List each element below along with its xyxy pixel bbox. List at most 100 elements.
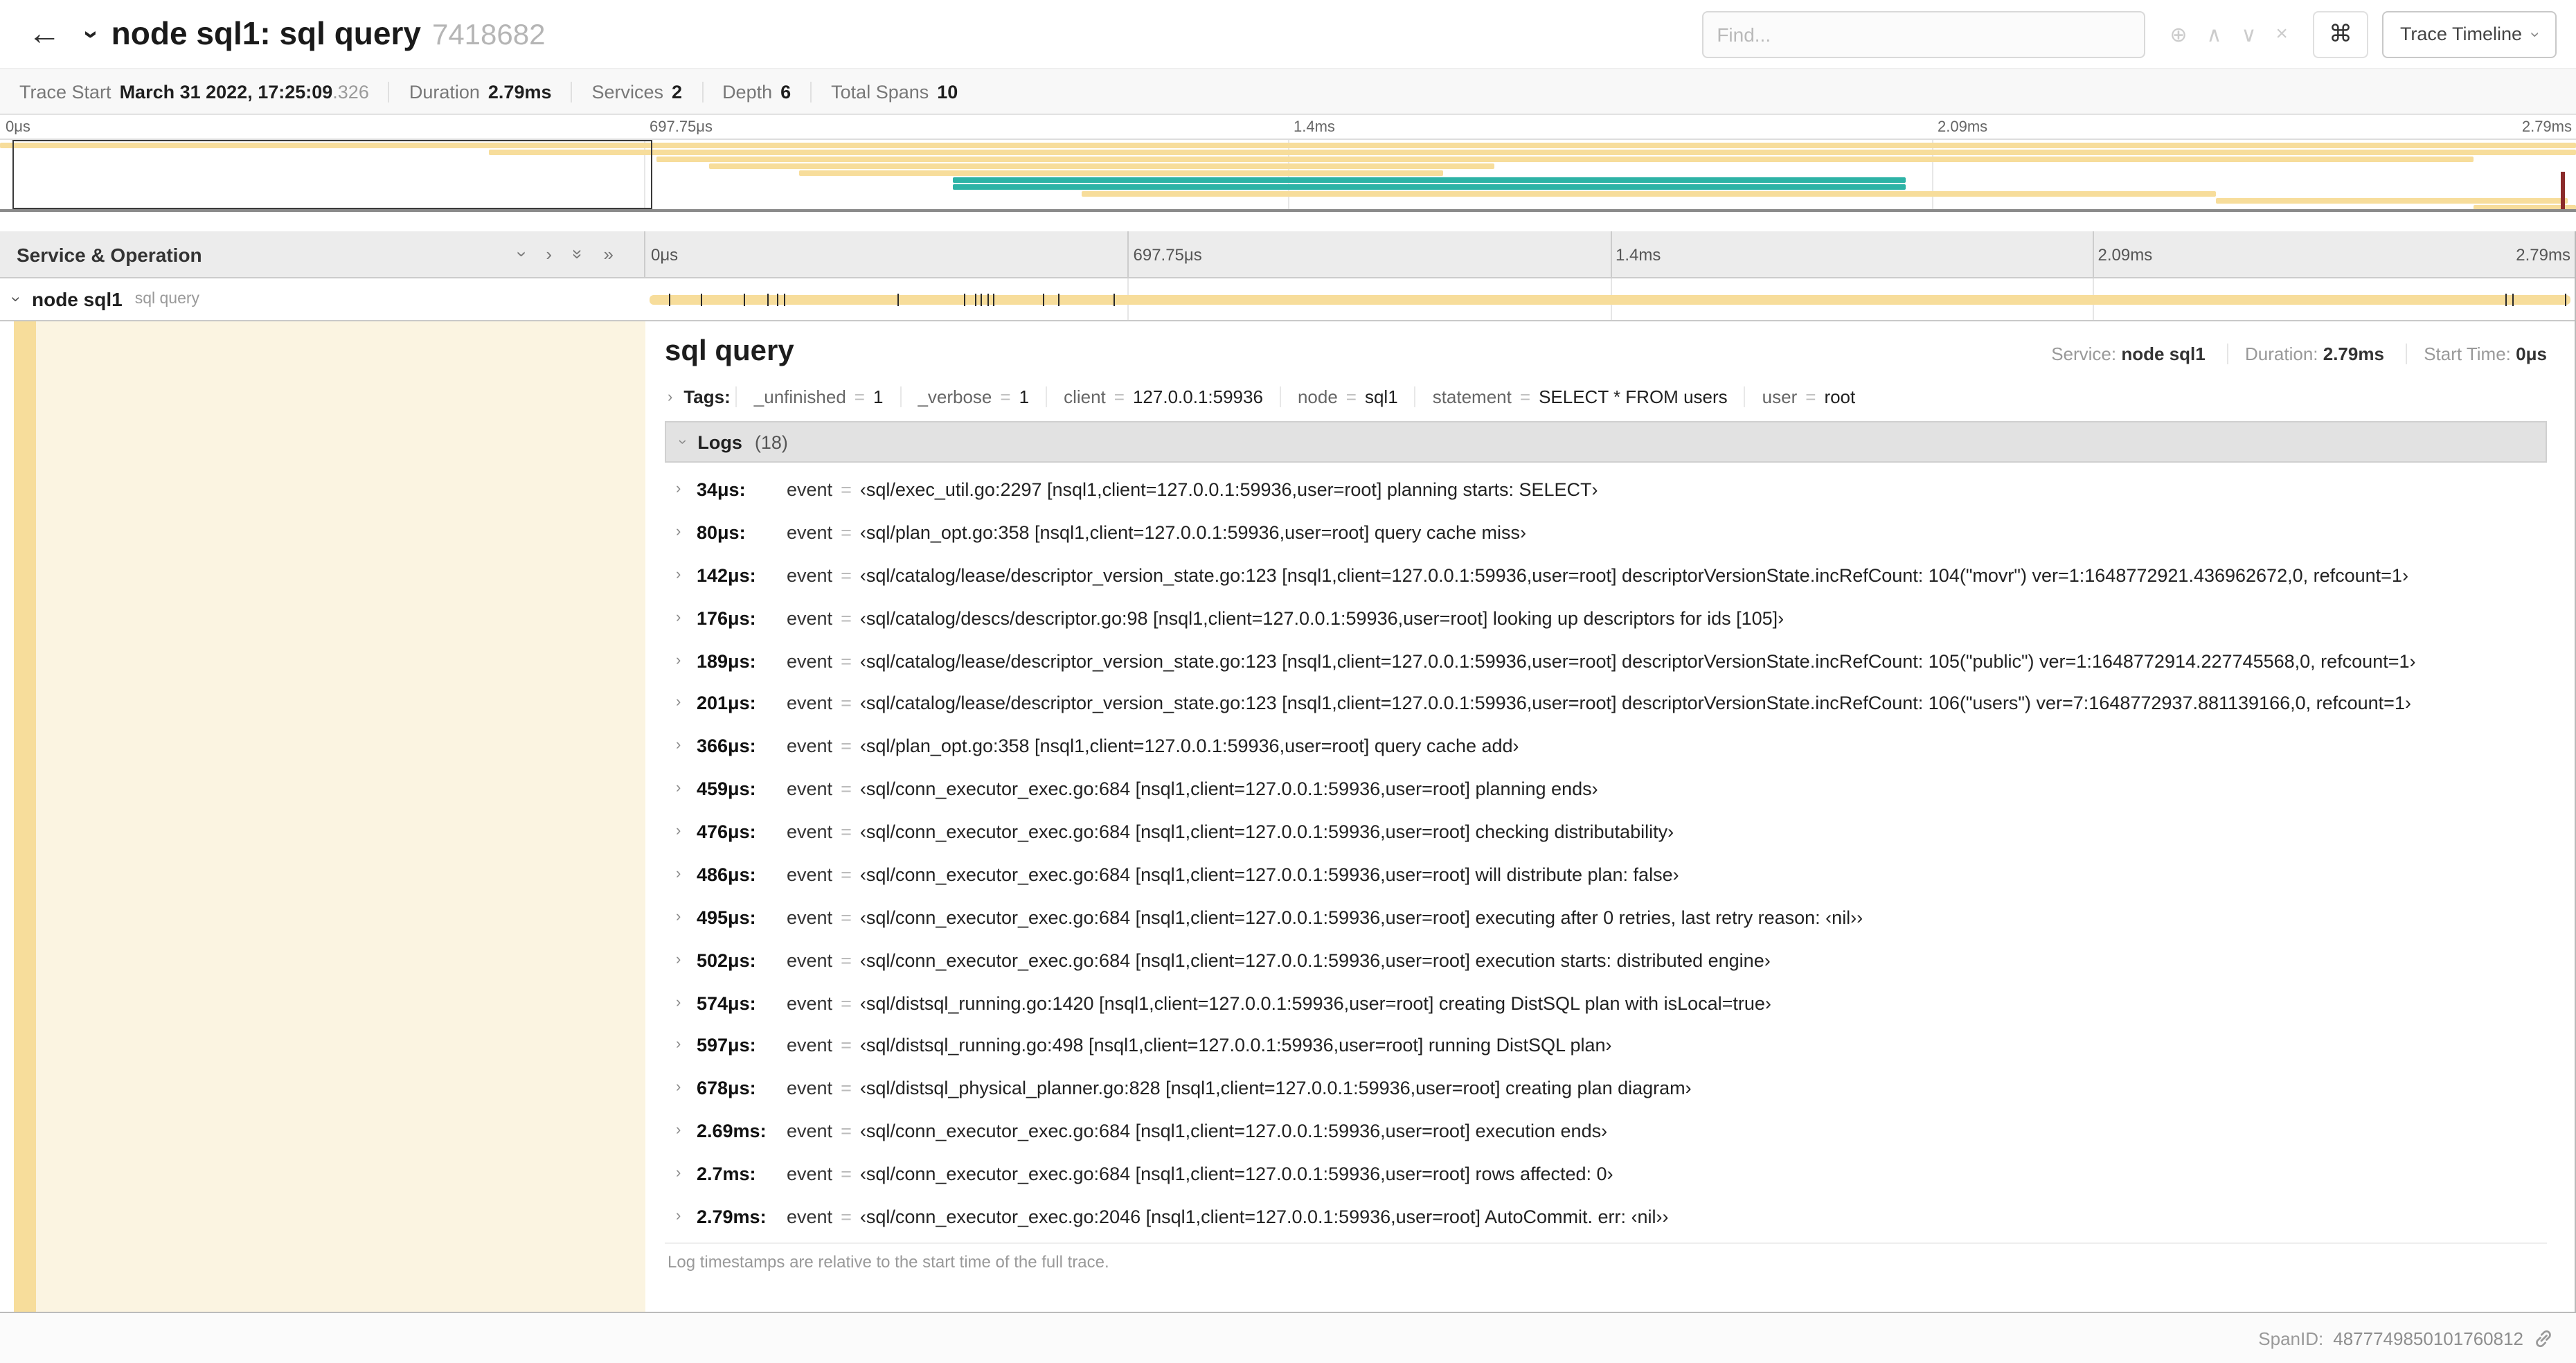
- tag-item: _unfinished = 1: [735, 386, 900, 407]
- chevron-right-icon: ›: [676, 780, 681, 797]
- service-operation-label: Service & Operation: [17, 243, 202, 265]
- minimap-selection[interactable]: [12, 140, 652, 209]
- log-key: event: [787, 736, 833, 757]
- log-marker-tick: [2512, 294, 2514, 306]
- log-marker-tick: [767, 294, 769, 306]
- tag-item: client = 127.0.0.1:59936: [1046, 386, 1280, 407]
- log-timestamp: 34μs:: [697, 479, 746, 500]
- find-input[interactable]: [1701, 10, 2145, 57]
- log-key: event: [787, 479, 833, 500]
- log-entry[interactable]: › 80μs: event = ‹sql/plan_opt.go:358 [ns…: [665, 513, 2547, 555]
- log-entry[interactable]: › 176μs: event = ‹sql/catalog/descs/desc…: [665, 598, 2547, 641]
- log-entry[interactable]: › 678μs: event = ‹sql/distsql_physical_p…: [665, 1069, 2547, 1112]
- prev-result-icon[interactable]: ∧: [2206, 21, 2221, 46]
- log-entry[interactable]: › 34μs: event = ‹sql/exec_util.go:2297 […: [665, 470, 2547, 513]
- top-bar: ← › node sql1: sql query7418682 ⊕ ∧ ∨ × …: [0, 0, 2576, 69]
- tag-item: statement = SELECT * FROM users: [1414, 386, 1744, 407]
- ruler-divider: [1127, 231, 1129, 277]
- timeline-header: Service & Operation › › » » 0μs 697.75μs 1…: [0, 231, 2575, 278]
- log-entry[interactable]: › 574μs: event = ‹sql/distsql_running.go…: [665, 983, 2547, 1026]
- double-chevron-down-icon[interactable]: »: [567, 249, 588, 259]
- log-entry[interactable]: › 201μs: event = ‹sql/catalog/lease/desc…: [665, 684, 2547, 727]
- log-entry[interactable]: › 366μs: event = ‹sql/plan_opt.go:358 [n…: [665, 727, 2547, 769]
- clear-find-icon[interactable]: ×: [2275, 22, 2288, 46]
- log-entry[interactable]: › 597μs: event = ‹sql/distsql_running.go…: [665, 1026, 2547, 1069]
- trace-summary-bar: Trace Start March 31 2022, 17:25:09.326 D…: [0, 69, 2576, 115]
- log-note: Log timestamps are relative to the start…: [665, 1242, 2547, 1283]
- log-marker-tick: [2505, 294, 2507, 306]
- double-chevron-right-icon[interactable]: »: [604, 244, 614, 265]
- span-name-cell[interactable]: › node sql1 sql query: [0, 278, 645, 320]
- minimap-span-bar: [953, 177, 1906, 183]
- link-icon[interactable]: [2533, 1328, 2554, 1348]
- log-value: ‹sql/distsql_running.go:1420 [nsql1,clie…: [859, 992, 1771, 1013]
- log-entry[interactable]: › 189μs: event = ‹sql/catalog/lease/desc…: [665, 641, 2547, 684]
- log-key: event: [787, 1035, 833, 1056]
- log-timestamp: 502μs:: [697, 950, 756, 971]
- log-key: event: [787, 650, 833, 671]
- log-key: event: [787, 1121, 833, 1142]
- summary-item: Total Spans 10: [810, 81, 977, 102]
- trace-view-dropdown[interactable]: Trace Timeline ›: [2381, 10, 2557, 57]
- zoom-plus-icon[interactable]: ⊕: [2170, 21, 2187, 46]
- log-timestamp: 80μs:: [697, 522, 746, 543]
- log-entry[interactable]: › 142μs: event = ‹sql/catalog/lease/desc…: [665, 555, 2547, 598]
- log-value: ‹sql/conn_executor_exec.go:684 [nsql1,cl…: [859, 1121, 1608, 1142]
- keyboard-shortcuts-button[interactable]: ⌘: [2312, 10, 2368, 57]
- log-entry[interactable]: › 502μs: event = ‹sql/conn_executor_exec…: [665, 940, 2547, 983]
- ruler-divider: [2092, 231, 2094, 277]
- time-tick-label: 697.75μs: [1133, 244, 1202, 264]
- minimap-span-bar: [953, 184, 1906, 190]
- log-entry[interactable]: › 486μs: event = ‹sql/conn_executor_exec…: [665, 855, 2547, 898]
- log-key: event: [787, 950, 833, 971]
- chevron-right-icon: ›: [676, 1207, 681, 1224]
- time-tick-label: 2.79ms: [2521, 119, 2572, 136]
- chevron-right-icon[interactable]: ›: [546, 244, 552, 265]
- logs-label: Logs: [697, 431, 742, 452]
- minimap-scrubber[interactable]: [2560, 171, 2565, 209]
- minimap-span-bar: [798, 170, 1443, 176]
- chevron-right-icon: ›: [676, 652, 681, 668]
- log-entry[interactable]: › 2.7ms: event = ‹sql/conn_executor_exec…: [665, 1154, 2547, 1197]
- page-title: node sql1: sql query 7418682: [111, 15, 546, 53]
- back-arrow-icon: ←: [28, 15, 61, 52]
- log-timestamp: 574μs:: [697, 992, 756, 1013]
- service-operation-header: Service & Operation › › » »: [0, 231, 645, 277]
- time-tick-label: 697.75μs: [650, 119, 713, 136]
- log-key: event: [787, 693, 833, 714]
- log-timestamp: 189μs:: [697, 650, 756, 671]
- log-marker-tick: [987, 294, 989, 306]
- minimap-span-bar: [656, 157, 2474, 162]
- trace-name: node sql1: sql query: [111, 15, 421, 51]
- log-entry[interactable]: › 476μs: event = ‹sql/conn_executor_exec…: [665, 812, 2547, 855]
- span-bar-area[interactable]: [645, 278, 2575, 320]
- log-marker-tick: [1113, 294, 1116, 306]
- chevron-down-icon: ›: [2526, 31, 2546, 37]
- log-marker-tick: [992, 294, 994, 306]
- log-value: ‹sql/catalog/lease/descriptor_version_st…: [859, 564, 2408, 586]
- log-entry[interactable]: › 2.79ms: event = ‹sql/conn_executor_exe…: [665, 1197, 2547, 1240]
- chevron-down-icon[interactable]: ›: [512, 251, 533, 258]
- tag-item: node = sql1: [1279, 386, 1415, 407]
- minimap-canvas[interactable]: [0, 139, 2576, 212]
- tags-accordion[interactable]: › Tags: _unfinished = 1 _verbose = 1 client =…: [665, 377, 2547, 418]
- back-button[interactable]: ←: [19, 15, 69, 53]
- log-value: ‹sql/catalog/lease/descriptor_version_st…: [859, 693, 2411, 714]
- log-entry[interactable]: › 459μs: event = ‹sql/conn_executor_exec…: [665, 769, 2547, 812]
- log-key: event: [787, 821, 833, 842]
- command-icon: ⌘: [2328, 20, 2352, 46]
- collapse-span-icon[interactable]: ›: [7, 296, 26, 302]
- log-marker-tick: [701, 294, 703, 306]
- logs-accordion-header[interactable]: › Logs (18): [665, 421, 2547, 463]
- log-entry[interactable]: › 495μs: event = ‹sql/conn_executor_exec…: [665, 898, 2547, 941]
- log-marker-tick: [784, 294, 786, 306]
- collapse-trace-icon[interactable]: ›: [75, 30, 105, 39]
- span-row[interactable]: › node sql1 sql query: [0, 278, 2575, 321]
- ruler-divider: [1610, 231, 1611, 277]
- span-service-name: node sql1: [32, 288, 123, 310]
- chevron-right-icon: ›: [668, 389, 673, 405]
- log-entry[interactable]: › 2.69ms: event = ‹sql/conn_executor_exe…: [665, 1111, 2547, 1154]
- log-key: event: [787, 1164, 833, 1184]
- next-result-icon[interactable]: ∨: [2241, 21, 2256, 46]
- trace-id: 7418682: [431, 19, 546, 51]
